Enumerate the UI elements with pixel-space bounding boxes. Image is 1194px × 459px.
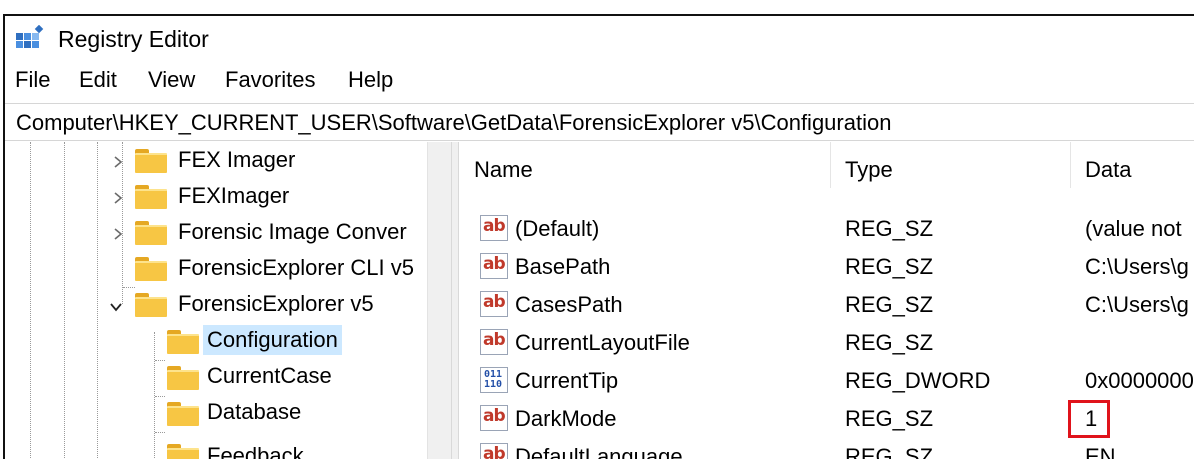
folder-icon: [167, 366, 199, 390]
value-name[interactable]: CasesPath: [515, 292, 623, 318]
value-row-currentlayoutfile[interactable]: ab CurrentLayoutFile REG_SZ: [460, 324, 1194, 362]
menu-file[interactable]: File: [15, 67, 50, 93]
string-value-icon: ab: [480, 329, 508, 355]
value-data: C:\Users\g: [1085, 292, 1189, 317]
value-type: REG_SZ: [845, 254, 934, 279]
key-tree-pane[interactable]: FEX Imager FEXImager Forensic Image Conv…: [5, 142, 451, 459]
string-value-icon: ab: [480, 405, 508, 431]
value-name[interactable]: CurrentLayoutFile: [515, 330, 690, 356]
tree-guide-line: [123, 287, 135, 288]
column-header-data[interactable]: Data: [1071, 142, 1194, 188]
tree-item-label[interactable]: ForensicExplorer v5: [174, 289, 378, 319]
chevron-right-icon[interactable]: [111, 155, 125, 169]
value-name[interactable]: BasePath: [515, 254, 610, 280]
window-title: Registry Editor: [58, 26, 209, 52]
column-header-type[interactable]: Type: [831, 142, 1071, 188]
dword-value-icon: 011 110: [480, 367, 508, 393]
folder-icon: [167, 444, 199, 459]
folder-icon: [135, 149, 167, 173]
folder-icon: [135, 293, 167, 317]
string-value-icon: ab: [480, 291, 508, 317]
tree-guide-line: [30, 142, 31, 459]
tree-scrollbar[interactable]: [427, 142, 451, 459]
tree-item-label[interactable]: ForensicExplorer CLI v5: [174, 253, 418, 283]
value-data: EN: [1085, 444, 1116, 459]
value-data: C:\Users\g: [1085, 254, 1189, 279]
value-type: REG_SZ: [845, 292, 934, 317]
address-path[interactable]: Computer\HKEY_CURRENT_USER\Software\GetD…: [16, 110, 891, 136]
menu-view[interactable]: View: [148, 67, 195, 93]
value-type: REG_SZ: [845, 216, 934, 241]
folder-icon: [135, 185, 167, 209]
tree-item-label[interactable]: Feedback: [203, 441, 308, 459]
value-row-default[interactable]: ab (Default) REG_SZ (value not: [460, 210, 1194, 248]
registry-editor-icon: [16, 25, 44, 48]
menu-bar: File Edit View Favorites Help: [5, 64, 1194, 98]
folder-icon: [167, 402, 199, 426]
tree-item-label[interactable]: FEX Imager: [174, 145, 299, 175]
tree-item-label[interactable]: FEXImager: [174, 181, 293, 211]
string-value-icon: ab: [480, 215, 508, 241]
folder-icon: [167, 330, 199, 354]
value-type: REG_DWORD: [845, 368, 991, 393]
value-row-darkmode[interactable]: ab DarkMode REG_SZ 1: [460, 400, 1194, 438]
tree-guide-line: [155, 432, 165, 433]
values-list-pane[interactable]: Name Type Data ab (Default) REG_SZ (valu…: [460, 142, 1194, 459]
value-row-currenttip[interactable]: 011 110 CurrentTip REG_DWORD 0x0000000: [460, 362, 1194, 400]
string-value-icon: ab: [480, 253, 508, 279]
tree-item-label[interactable]: Forensic Image Conver: [174, 217, 411, 247]
tree-guide-line: [97, 142, 98, 459]
menu-edit[interactable]: Edit: [79, 67, 117, 93]
value-type: REG_SZ: [845, 444, 934, 459]
chevron-right-icon[interactable]: [111, 191, 125, 205]
menu-help[interactable]: Help: [348, 67, 393, 93]
value-data: (value not: [1085, 216, 1182, 241]
folder-icon: [135, 221, 167, 245]
value-name[interactable]: (Default): [515, 216, 599, 242]
value-row-casespath[interactable]: ab CasesPath REG_SZ C:\Users\g: [460, 286, 1194, 324]
value-row-defaultlanguage[interactable]: ab DefaultLanguage REG_SZ EN: [460, 438, 1194, 459]
pane-splitter[interactable]: [451, 142, 459, 459]
value-name[interactable]: DefaultLanguage: [515, 444, 683, 459]
folder-icon: [135, 257, 167, 281]
string-value-icon: ab: [480, 443, 508, 459]
column-header-name[interactable]: Name: [460, 142, 831, 188]
value-data: 0x0000000: [1085, 368, 1194, 393]
tree-item-label[interactable]: CurrentCase: [203, 361, 336, 391]
registry-editor-window: Registry Editor File Edit View Favorites…: [3, 14, 1194, 459]
value-type: REG_SZ: [845, 330, 934, 355]
chevron-right-icon[interactable]: [111, 227, 125, 241]
tree-guide-line: [155, 396, 165, 397]
address-bar[interactable]: Computer\HKEY_CURRENT_USER\Software\GetD…: [5, 103, 1194, 141]
value-type: REG_SZ: [845, 406, 934, 431]
value-name[interactable]: CurrentTip: [515, 368, 618, 394]
menu-favorites[interactable]: Favorites: [225, 67, 315, 93]
tree-guide-line: [64, 142, 65, 459]
title-bar: Registry Editor: [5, 16, 1194, 60]
tree-guide-line: [155, 360, 165, 361]
tree-item-label[interactable]: Configuration: [203, 325, 342, 355]
tree-item-label[interactable]: Database: [203, 397, 305, 427]
chevron-down-icon[interactable]: [109, 300, 123, 314]
value-row-basepath[interactable]: ab BasePath REG_SZ C:\Users\g: [460, 248, 1194, 286]
highlight-box: [1068, 400, 1110, 438]
value-name[interactable]: DarkMode: [515, 406, 616, 432]
